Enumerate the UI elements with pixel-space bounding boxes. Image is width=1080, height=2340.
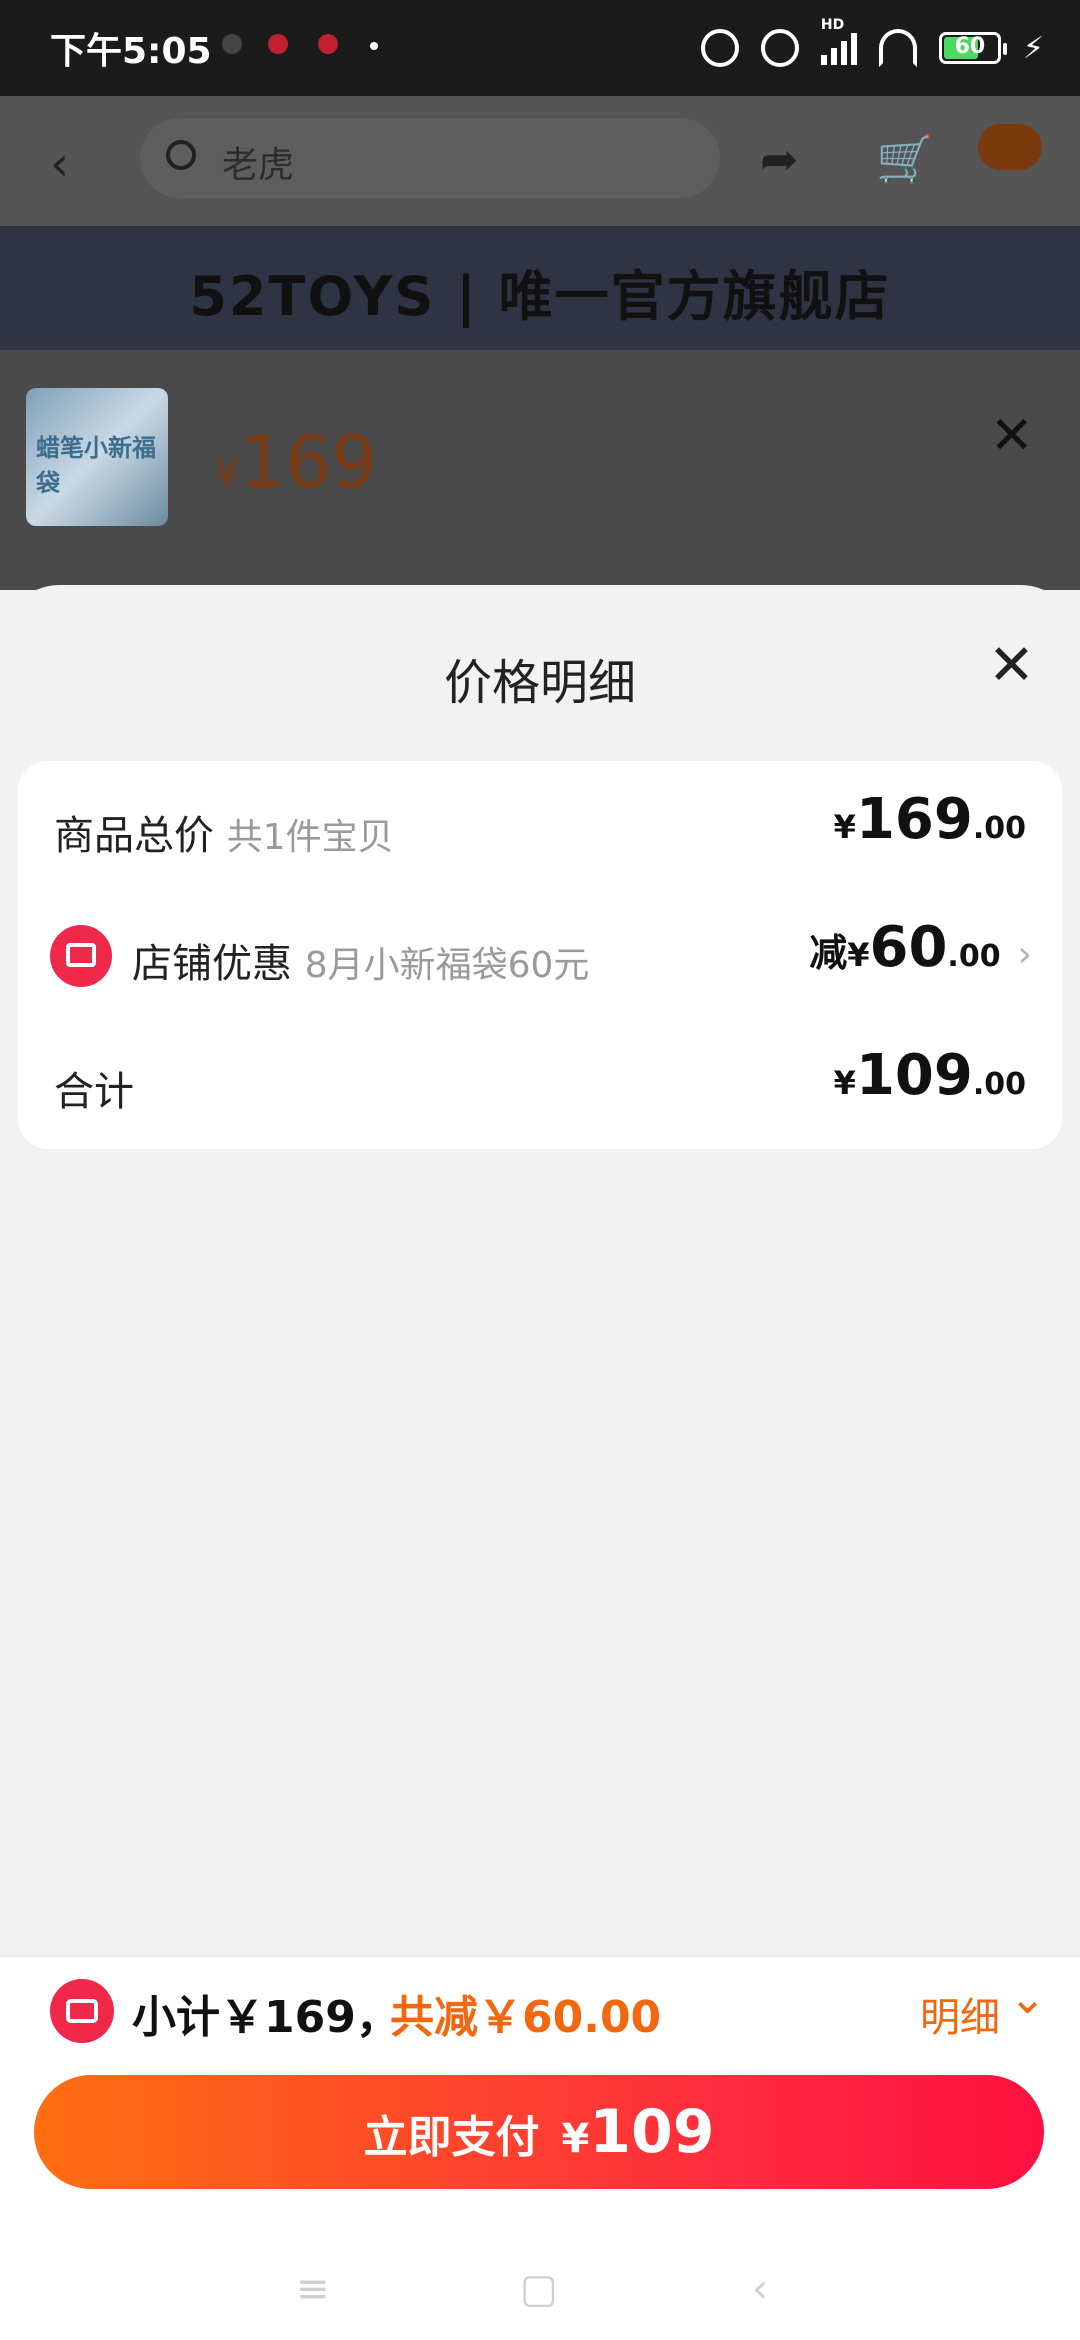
cart-icon[interactable]: 🛒 (876, 132, 933, 187)
search-placeholder: 老虎 (222, 145, 295, 186)
shop-icon (50, 925, 112, 987)
chevron-right-icon: › (1006, 934, 1032, 975)
battery-level: 60 (954, 34, 986, 59)
store-banner-text: 52TOYS | 唯一官方旗舰店 (189, 265, 891, 328)
share-icon[interactable]: ➦ (760, 132, 799, 186)
product-summary: 蜡笔小新福袋 ¥169 ✕ (0, 350, 1080, 590)
notification-more-icon (370, 42, 378, 50)
signal-icon: HD (820, 17, 857, 65)
row-label: 商品总价 共1件宝贝 (54, 813, 394, 859)
back-icon[interactable]: ‹ (50, 136, 69, 192)
detail-toggle[interactable]: 明细 (920, 1985, 1000, 2043)
mute-icon (700, 29, 739, 67)
product-price: ¥169 (214, 420, 377, 504)
discount-price: 减¥60.00 › (809, 915, 1032, 980)
back-nav-icon[interactable]: ‹ (752, 2266, 768, 2312)
row-price: ¥169.00 (833, 787, 1026, 852)
wifi-icon (878, 29, 917, 67)
notification-icon-1 (222, 34, 242, 54)
store-banner: 52TOYS | 唯一官方旗舰店 (0, 226, 1080, 350)
status-time: 下午5:05 (50, 31, 212, 72)
charging-icon: ⚡ (1022, 30, 1044, 66)
row-sub: 8月小新福袋60元 (304, 945, 590, 986)
home-icon[interactable]: ▢ (520, 2266, 558, 2312)
product-thumbnail: 蜡笔小新福袋 (26, 388, 168, 526)
thumbnail-text: 蜡笔小新福袋 (36, 434, 156, 497)
chevron-down-icon[interactable]: ⌄ (1009, 1973, 1046, 2024)
hd-label: HD (820, 17, 845, 33)
status-icons: HD 60 ⚡ (700, 17, 1044, 72)
message-icon[interactable] (978, 124, 1042, 170)
system-nav-bar: ≡ ▢ ‹ (0, 2230, 1080, 2340)
subtotal-text: 小计￥169， (132, 1992, 400, 2043)
total-goods-row: 商品总价 共1件宝贝 ¥169.00 (18, 761, 1062, 889)
sheet-close-icon[interactable]: ✕ (988, 633, 1035, 698)
search-icon (166, 140, 196, 170)
price-card: 商品总价 共1件宝贝 ¥169.00 店铺优惠 8月小新福袋60元 减¥60.0… (18, 761, 1062, 1149)
page-header-dimmed: ‹ 老虎 ➦ 🛒 52TOYS | 唯一官方旗舰店 (0, 96, 1080, 350)
coupon-icon (50, 1979, 114, 2043)
saving-text: 共减￥60.00 (390, 1992, 662, 2043)
shop-discount-row[interactable]: 店铺优惠 8月小新福袋60元 减¥60.00 › (18, 889, 1062, 1017)
notification-icon-3 (318, 34, 338, 54)
battery-icon: 60 (938, 32, 1007, 64)
close-icon[interactable]: ✕ (990, 406, 1034, 466)
row-price: ¥109.00 (833, 1043, 1026, 1108)
sheet-title: 价格明细 (443, 655, 636, 711)
pay-now-button[interactable]: 立即支付 ¥109 (34, 2075, 1044, 2189)
menu-icon[interactable]: ≡ (296, 2266, 330, 2312)
notification-icon-2 (268, 34, 288, 54)
grand-total-row: 合计 ¥109.00 (18, 1017, 1062, 1145)
price-detail-sheet: 价格明细 ✕ 商品总价 共1件宝贝 ¥169.00 店铺优惠 8月小新福袋60元… (0, 585, 1080, 1955)
status-bar: 下午5:05 HD 60 ⚡ (0, 0, 1080, 96)
alarm-icon (760, 29, 799, 67)
row-sub: 共1件宝贝 (226, 817, 394, 858)
row-label: 合计 (54, 1069, 134, 1115)
row-label: 店铺优惠 8月小新福袋60元 (132, 941, 590, 987)
